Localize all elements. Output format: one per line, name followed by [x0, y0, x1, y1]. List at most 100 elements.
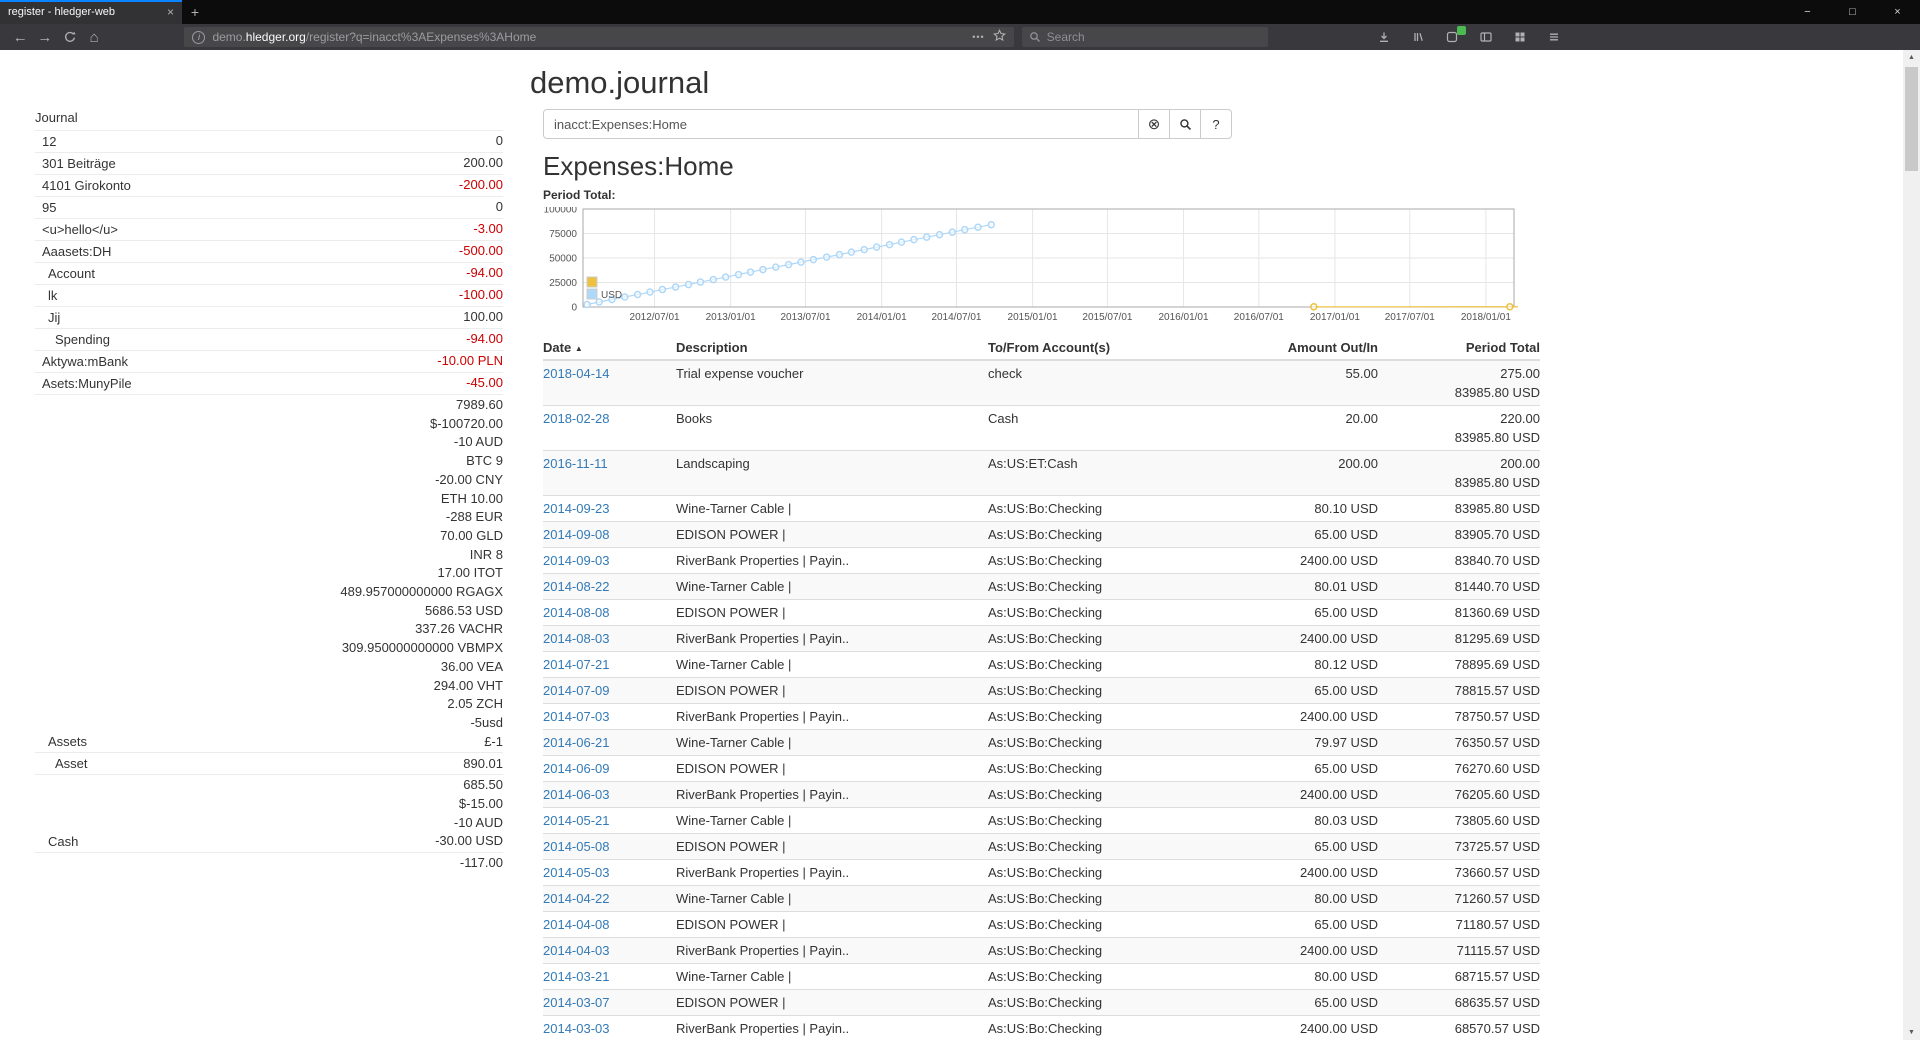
account-balance: 7989.60: [340, 396, 503, 415]
search-input[interactable]: [543, 109, 1139, 139]
forward-button[interactable]: →: [33, 26, 58, 48]
site-info-icon[interactable]: i: [192, 31, 205, 44]
transaction-date-link[interactable]: 2014-08-08: [543, 605, 610, 620]
sidebar-account-link[interactable]: Aaasets:DH: [35, 242, 111, 261]
transaction-date-link[interactable]: 2014-05-03: [543, 865, 610, 880]
scroll-up-arrow[interactable]: ▲: [1903, 50, 1920, 65]
sidebar-account-link[interactable]: Assets: [35, 732, 87, 751]
sidebar-account-link[interactable]: 12: [35, 132, 56, 151]
sidebar-account-link[interactable]: Asset: [35, 754, 88, 773]
transaction-account: As:US:Bo:Checking: [988, 522, 1240, 548]
sidebar-account-row: -117.00: [35, 852, 503, 874]
transaction-amount: 65.00 USD: [1240, 912, 1378, 938]
extension-badge: [1457, 26, 1466, 35]
column-header-description: Description: [676, 337, 988, 360]
sidebar-account-link[interactable]: lk: [35, 286, 57, 305]
new-tab-button[interactable]: +: [182, 0, 208, 24]
download-icon[interactable]: [1372, 26, 1397, 48]
sidebar-toggle-icon[interactable]: [1474, 26, 1499, 48]
register-row: 2014-08-03RiverBank Properties | Payin..…: [543, 626, 1540, 652]
browser-search-field[interactable]: Search: [1022, 27, 1268, 47]
account-balance: -10 AUD: [340, 433, 503, 452]
url-bar[interactable]: i demo.hledger.org/register?q=inacct%3AE…: [184, 27, 1013, 47]
scrollbar-thumb[interactable]: [1905, 67, 1918, 171]
transaction-date-link[interactable]: 2014-09-08: [543, 527, 610, 542]
transaction-date-link[interactable]: 2014-09-03: [543, 553, 610, 568]
scroll-down-arrow[interactable]: ▼: [1903, 1025, 1920, 1040]
sidebar-heading-journal[interactable]: Journal: [35, 108, 503, 130]
sidebar-account-link[interactable]: 301 Beiträge: [35, 154, 116, 173]
transaction-date-link[interactable]: 2018-02-28: [543, 411, 610, 426]
transaction-date-link[interactable]: 2014-07-03: [543, 709, 610, 724]
transaction-date-link[interactable]: 2014-07-21: [543, 657, 610, 672]
column-header-date[interactable]: Date ▲: [543, 337, 676, 360]
library-icon[interactable]: [1406, 26, 1431, 48]
transaction-account: As:US:Bo:Checking: [988, 756, 1240, 782]
transaction-date-link[interactable]: 2016-11-11: [543, 456, 608, 471]
sidebar-account-link[interactable]: Jij: [35, 308, 60, 327]
transaction-description: Wine-Tarner Cable |: [676, 652, 988, 678]
sidebar-account-link[interactable]: Account: [35, 264, 95, 283]
sidebar-account-link[interactable]: <u>hello</u>: [35, 220, 118, 239]
sidebar: Journal 120301 Beiträge200.004101 Giroko…: [35, 108, 503, 874]
home-button[interactable]: ⌂: [82, 26, 107, 48]
account-balances: -45.00: [466, 374, 503, 393]
account-balances: 100.00: [463, 308, 503, 327]
clear-button[interactable]: ⊗: [1139, 109, 1170, 139]
transaction-account: As:US:Bo:Checking: [988, 678, 1240, 704]
extension-icon[interactable]: [1440, 26, 1465, 48]
grid-icon[interactable]: [1508, 26, 1533, 48]
sidebar-account-link[interactable]: Spending: [35, 330, 110, 349]
transaction-date-link[interactable]: 2014-09-23: [543, 501, 610, 516]
page-actions-icon[interactable]: •••: [972, 32, 984, 42]
transaction-date-link[interactable]: 2014-03-07: [543, 995, 610, 1010]
transaction-date-link[interactable]: 2014-06-03: [543, 787, 610, 802]
account-balances: -117.00: [460, 854, 503, 873]
minimize-button[interactable]: −: [1785, 0, 1830, 24]
toolbar-icons: [1372, 26, 1567, 48]
sidebar-account-row: Asets:MunyPile -45.00: [35, 372, 503, 394]
transaction-date-link[interactable]: 2014-04-08: [543, 917, 610, 932]
transaction-date-link[interactable]: 2014-04-03: [543, 943, 610, 958]
menu-icon[interactable]: [1542, 26, 1567, 48]
account-balances: -94.00: [466, 264, 503, 283]
account-balance: -45.00: [466, 374, 503, 393]
sidebar-account-link[interactable]: Aktywa:mBank: [35, 352, 128, 371]
transaction-date-link[interactable]: 2014-06-21: [543, 735, 610, 750]
svg-text:2017/07/01: 2017/07/01: [1385, 312, 1435, 323]
sidebar-account-link[interactable]: Asets:MunyPile: [35, 374, 132, 393]
maximize-button[interactable]: □: [1830, 0, 1875, 24]
transaction-date-link[interactable]: 2014-06-09: [543, 761, 610, 776]
account-balance: 200.00: [463, 154, 503, 173]
transaction-date-link[interactable]: 2014-08-03: [543, 631, 610, 646]
transaction-date-link[interactable]: 2018-04-14: [543, 366, 610, 381]
reload-button[interactable]: [57, 26, 82, 48]
tab-close-icon[interactable]: ×: [167, 5, 174, 19]
transaction-amount: 80.00 USD: [1240, 964, 1378, 990]
account-balances: -10.00 PLN: [437, 352, 503, 371]
sidebar-account-link[interactable]: 4101 Girokonto: [35, 176, 131, 195]
account-balance: -20.00 CNY: [340, 471, 503, 490]
sidebar-account-link[interactable]: 95: [35, 198, 56, 217]
transaction-account: As:US:Bo:Checking: [988, 574, 1240, 600]
window-close-button[interactable]: ×: [1875, 0, 1920, 24]
browser-tab[interactable]: register - hledger-web ×: [0, 0, 182, 24]
register-table-header-row: Date ▲ Description To/From Account(s) Am…: [543, 337, 1540, 360]
transaction-date-link[interactable]: 2014-05-08: [543, 839, 610, 854]
bookmark-star-icon[interactable]: [993, 29, 1006, 45]
transaction-date-link[interactable]: 2014-07-09: [543, 683, 610, 698]
transaction-period-total: 83985.80 USD: [1378, 496, 1540, 522]
account-balance: $-15.00: [435, 795, 503, 814]
transaction-date-link[interactable]: 2014-03-03: [543, 1021, 610, 1036]
transaction-date-link[interactable]: 2014-05-21: [543, 813, 610, 828]
transaction-date-link[interactable]: 2014-04-22: [543, 891, 610, 906]
search-button[interactable]: [1170, 109, 1201, 139]
transaction-date-link[interactable]: 2014-03-21: [543, 969, 610, 984]
transaction-date-link[interactable]: 2014-08-22: [543, 579, 610, 594]
transaction-period-total: 78750.57 USD: [1378, 704, 1540, 730]
back-button[interactable]: ←: [8, 26, 33, 48]
help-button[interactable]: ?: [1201, 109, 1232, 139]
svg-text:0: 0: [571, 303, 577, 314]
scrollbar[interactable]: ▲ ▼: [1903, 50, 1920, 1040]
sidebar-account-link[interactable]: Cash: [35, 832, 78, 851]
